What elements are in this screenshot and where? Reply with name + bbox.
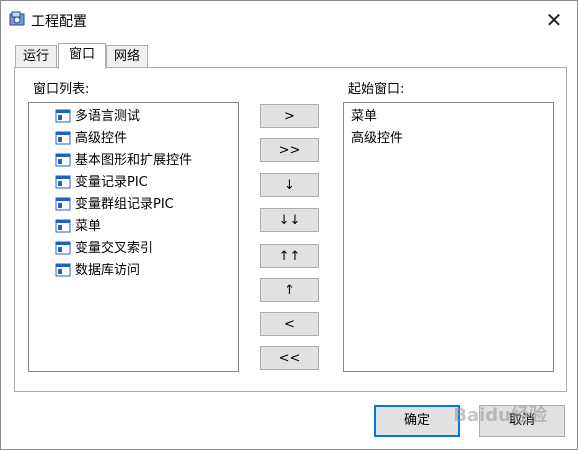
window-item-icon bbox=[55, 175, 71, 188]
move-top-button[interactable]: ↑↑ bbox=[260, 244, 319, 268]
list-item-label: 变量群组记录PIC bbox=[75, 197, 174, 212]
list-item-label: 菜单 bbox=[75, 219, 102, 234]
close-icon[interactable]: ✕ bbox=[539, 7, 569, 33]
list-item-label: 多语言测试 bbox=[75, 109, 141, 124]
list-item[interactable]: 多语言测试 bbox=[55, 106, 140, 128]
tab-run[interactable]: 运行 bbox=[15, 45, 57, 68]
tab-panel: 窗口列表: 起始窗口: 多语言测试 高级控件 基本图形和扩展控件 变量记录PIC… bbox=[14, 67, 567, 392]
window-item-icon bbox=[55, 109, 71, 122]
list-item[interactable]: 变量群组记录PIC bbox=[55, 194, 174, 216]
list-item[interactable]: 变量交叉索引 bbox=[55, 238, 153, 260]
window-item-icon bbox=[55, 263, 71, 276]
app-icon bbox=[9, 11, 25, 26]
remove-all-button[interactable]: << bbox=[260, 346, 319, 370]
list-item[interactable]: 数据库访问 bbox=[55, 260, 140, 282]
list-item-label: 数据库访问 bbox=[75, 263, 141, 278]
window-item-icon bbox=[55, 153, 71, 166]
list-item[interactable]: 菜单 bbox=[351, 106, 377, 128]
move-bottom-button[interactable]: ↓↓ bbox=[260, 208, 319, 232]
add-button[interactable]: > bbox=[260, 104, 319, 128]
add-all-button[interactable]: >> bbox=[260, 138, 319, 162]
move-up-button[interactable]: ↑ bbox=[260, 278, 319, 302]
dialog-window: 工程配置 ✕ 运行 窗口 网络 窗口列表: 起始窗口: 多语言测试 高级控件 基… bbox=[0, 0, 578, 450]
window-item-icon bbox=[55, 241, 71, 254]
watermark: Baidu经验 bbox=[453, 405, 547, 426]
list-item[interactable]: 高级控件 bbox=[351, 128, 403, 150]
start-window-list[interactable]: 菜单 高级控件 bbox=[343, 102, 554, 372]
list-item-label: 高级控件 bbox=[75, 131, 128, 146]
tab-window[interactable]: 窗口 bbox=[58, 43, 106, 69]
list-item[interactable]: 基本图形和扩展控件 bbox=[55, 150, 192, 172]
window-item-icon bbox=[55, 197, 71, 210]
list-item[interactable]: 高级控件 bbox=[55, 128, 127, 150]
window-list[interactable]: 多语言测试 高级控件 基本图形和扩展控件 变量记录PIC 变量群组记录PIC 菜… bbox=[28, 102, 239, 372]
tab-network[interactable]: 网络 bbox=[106, 45, 148, 68]
title-bar: 工程配置 ✕ bbox=[1, 1, 577, 39]
window-item-icon bbox=[55, 131, 71, 144]
ok-button[interactable]: 确定 bbox=[374, 405, 460, 437]
move-down-button[interactable]: ↓ bbox=[260, 173, 319, 197]
window-list-label: 窗口列表: bbox=[33, 82, 90, 97]
remove-button[interactable]: < bbox=[260, 312, 319, 336]
list-item-label: 变量记录PIC bbox=[75, 175, 148, 190]
window-item-icon bbox=[55, 219, 71, 232]
list-item[interactable]: 变量记录PIC bbox=[55, 172, 148, 194]
list-item-label: 变量交叉索引 bbox=[75, 241, 154, 256]
list-item[interactable]: 菜单 bbox=[55, 216, 101, 238]
list-item-label: 基本图形和扩展控件 bbox=[75, 153, 193, 168]
window-title: 工程配置 bbox=[31, 14, 87, 30]
start-window-label: 起始窗口: bbox=[348, 82, 405, 97]
